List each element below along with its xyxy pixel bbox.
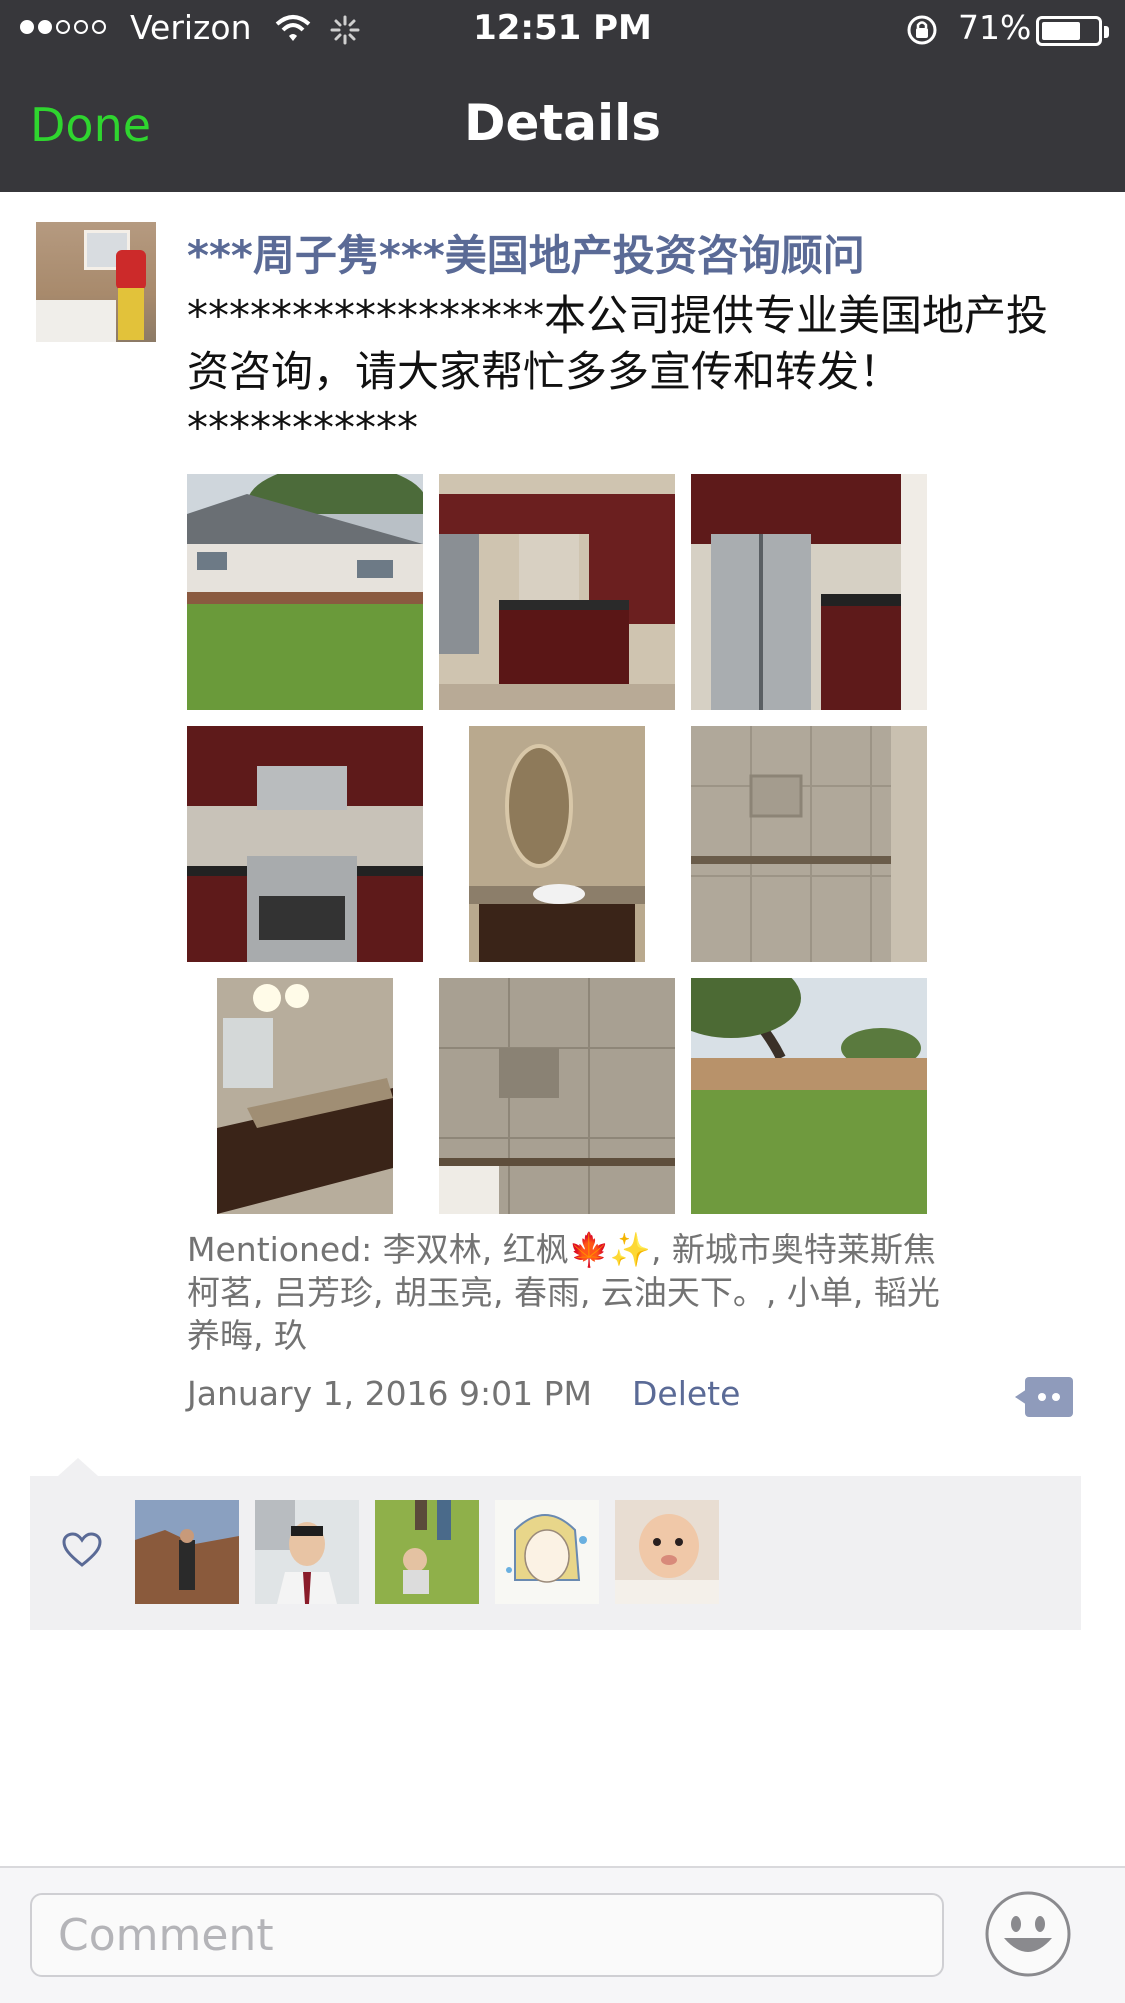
battery-icon <box>1036 16 1102 46</box>
page-title: Details <box>463 94 662 152</box>
author-name[interactable]: ***周子隽***美国地产投资咨询顾问 <box>187 222 865 283</box>
author-avatar[interactable] <box>36 222 156 342</box>
battery-percent: 71% <box>958 8 1032 47</box>
stove-photo[interactable] <box>187 726 423 962</box>
mentioned-label: Mentioned: <box>187 1230 373 1269</box>
backyard-photo[interactable] <box>691 978 927 1214</box>
refrigerator-photo[interactable] <box>691 474 927 710</box>
battery-cap <box>1104 26 1109 38</box>
heart-icon <box>62 1532 102 1567</box>
house-exterior-photo[interactable] <box>187 474 423 710</box>
tiled-shower-photo[interactable] <box>691 726 927 962</box>
liker-avatar-2[interactable] <box>255 1500 359 1604</box>
top-bar: Verizon 12:51 PM 71% Done Details <box>0 0 1125 192</box>
double-vanity-photo[interactable] <box>187 978 423 1214</box>
kitchen-island-photo[interactable] <box>439 474 675 710</box>
rotation-lock-icon <box>907 15 937 45</box>
tile-wall-photo[interactable] <box>439 978 675 1214</box>
liker-avatar-4[interactable] <box>495 1500 599 1604</box>
liker-avatar-3[interactable] <box>375 1500 479 1604</box>
comment-menu-icon[interactable] <box>1015 1375 1075 1419</box>
comment-input[interactable] <box>30 1893 944 1977</box>
status-bar: Verizon 12:51 PM 71% <box>0 0 1125 64</box>
likes-pointer <box>58 1458 98 1476</box>
mentioned-list: Mentioned: 李双林, 红枫🍁✨, 新城市奥特莱斯焦柯茗, 吕芳珍, 胡… <box>187 1228 947 1357</box>
bathroom-vanity-photo[interactable] <box>439 726 675 962</box>
liker-avatar-5[interactable] <box>615 1500 719 1604</box>
post-text: *****************本公司提供专业美国地产投资咨询，请大家帮忙多多… <box>187 291 1049 452</box>
status-time: 12:51 PM <box>473 8 652 48</box>
battery-level <box>1042 22 1080 40</box>
delete-button[interactable]: Delete <box>632 1374 740 1413</box>
emoji-icon[interactable] <box>984 1890 1072 1978</box>
liker-avatar-1[interactable] <box>135 1500 239 1604</box>
post-timestamp: January 1, 2016 9:01 PM <box>187 1374 593 1413</box>
